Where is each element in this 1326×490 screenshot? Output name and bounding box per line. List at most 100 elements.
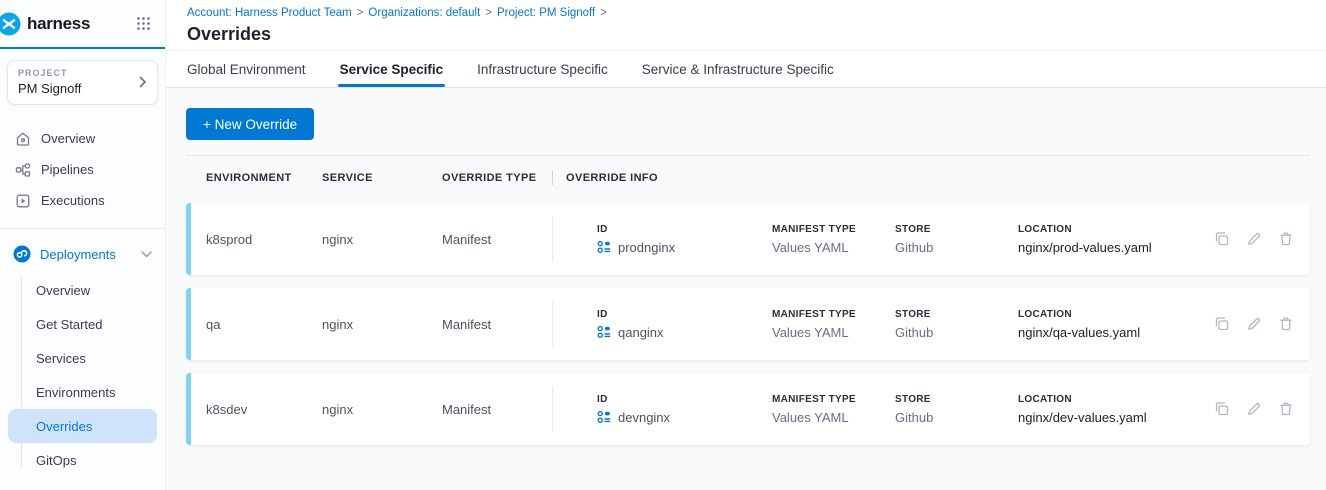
tab-label: Service & Infrastructure Specific [642,62,834,77]
cell-service: nginx [322,317,442,332]
submenu-item-services[interactable]: Services [8,341,157,375]
clone-button[interactable] [1214,401,1230,417]
submenu-item-label: Overrides [36,419,92,434]
sidebar-item-pipelines[interactable]: Pipelines [0,154,165,185]
breadcrumb-account[interactable]: Account: Harness Product Team [187,7,352,19]
store-value: Github [895,325,1018,340]
location-label: LOCATION [1018,394,1186,405]
submenu-item-overview[interactable]: Overview [8,273,157,307]
submenu-item-label: Environments [36,385,115,400]
cell-override-type: Manifest [442,402,552,417]
store-label: STORE [895,309,1018,320]
tab-label: Global Environment [187,62,306,77]
apps-grid-icon[interactable] [134,14,153,33]
id-value: prodnginx [618,240,675,255]
sidebar-item-deployments[interactable]: Deployments [0,237,165,271]
id-icon [597,325,611,339]
edit-button[interactable] [1246,231,1262,247]
content-area: + New Override ENVIRONMENT SERVICE OVERR… [166,88,1326,490]
override-row[interactable]: k8sprod nginx Manifest ID prodnginx [186,203,1310,275]
submenu-item-label: Overview [36,283,90,298]
cell-id: ID devnginx [553,394,772,425]
sidebar-item-overview[interactable]: Overview [0,123,165,154]
cell-service: nginx [322,232,442,247]
location-label: LOCATION [1018,309,1186,320]
cell-manifest-type: MANIFEST TYPE Values YAML [772,309,895,340]
breadcrumb-separator: > [600,7,607,19]
harness-logo-icon [0,11,22,37]
submenu-item-gitops[interactable]: GitOps [8,443,157,477]
manifest-type-value: Values YAML [772,325,895,340]
manifest-type-label: MANIFEST TYPE [772,394,895,405]
executions-icon [15,193,31,209]
new-override-button[interactable]: + New Override [186,108,314,140]
id-label: ID [597,309,772,320]
cell-override-type: Manifest [442,232,552,247]
page-header: Account: Harness Product Team > Organiza… [166,0,1326,51]
store-value: Github [895,410,1018,425]
project-selector[interactable]: PROJECT PM Signoff [7,60,158,105]
id-icon [597,410,611,424]
delete-button[interactable] [1278,231,1294,247]
deployments-submenu: Overview Get Started Services Environmen… [0,273,165,477]
breadcrumb-project[interactable]: Project: PM Signoff [497,7,595,19]
sidebar-divider [0,228,165,229]
cell-environment: k8sdev [206,402,322,417]
submenu-item-overrides[interactable]: Overrides [8,409,157,443]
location-value: nginx/dev-values.yaml [1018,410,1186,425]
cell-id: ID qanginx [553,309,772,340]
breadcrumb-organization[interactable]: Organizations: default [368,7,480,19]
cell-environment: qa [206,317,322,332]
tabbar: Global Environment Service Specific Infr… [166,51,1326,88]
submenu-item-label: GitOps [36,453,76,468]
clone-button[interactable] [1214,231,1230,247]
submenu-item-label: Services [36,351,86,366]
override-row[interactable]: k8sdev nginx Manifest ID devnginx [186,373,1310,445]
manifest-type-value: Values YAML [772,410,895,425]
cell-manifest-type: MANIFEST TYPE Values YAML [772,394,895,425]
tab-infrastructure-specific[interactable]: Infrastructure Specific [477,51,608,87]
cell-id: ID prodnginx [553,224,772,255]
column-header-override-type: OVERRIDE TYPE [442,172,552,184]
tab-service-and-infrastructure-specific[interactable]: Service & Infrastructure Specific [642,51,834,87]
submenu-item-get-started[interactable]: Get Started [8,307,157,341]
manifest-type-value: Values YAML [772,240,895,255]
cell-service: nginx [322,402,442,417]
pipelines-icon [15,162,31,178]
cell-store: STORE Github [895,394,1018,425]
submenu-item-environments[interactable]: Environments [8,375,157,409]
tab-label: Infrastructure Specific [477,62,608,77]
sidebar-item-label: Overview [41,131,95,146]
store-label: STORE [895,224,1018,235]
override-row[interactable]: qa nginx Manifest ID qanginx [186,288,1310,360]
clone-button[interactable] [1214,316,1230,332]
main-area: Account: Harness Product Team > Organiza… [166,0,1326,490]
delete-button[interactable] [1278,401,1294,417]
tab-service-specific[interactable]: Service Specific [340,51,444,87]
edit-button[interactable] [1246,316,1262,332]
cell-environment: k8sprod [206,232,322,247]
location-value: nginx/qa-values.yaml [1018,325,1186,340]
cell-location: LOCATION nginx/prod-values.yaml [1018,224,1186,255]
home-icon [15,131,31,147]
cell-store: STORE Github [895,224,1018,255]
manifest-type-label: MANIFEST TYPE [772,224,895,235]
store-label: STORE [895,394,1018,405]
cell-override-type: Manifest [442,317,552,332]
id-label: ID [597,224,772,235]
edit-button[interactable] [1246,401,1262,417]
cell-manifest-type: MANIFEST TYPE Values YAML [772,224,895,255]
table-header: ENVIRONMENT SERVICE OVERRIDE TYPE OVERRI… [186,166,1310,190]
breadcrumb-separator: > [357,7,364,19]
column-header-service: SERVICE [322,172,442,184]
sidebar-item-executions[interactable]: Executions [0,185,165,216]
sidebar: harness PROJECT PM Signoff Over [0,0,166,490]
row-actions [1214,316,1294,332]
delete-button[interactable] [1278,316,1294,332]
brand[interactable]: harness [0,0,165,49]
tab-global-environment[interactable]: Global Environment [187,51,306,87]
id-value: qanginx [618,325,664,340]
chevron-right-icon [139,76,147,88]
store-value: Github [895,240,1018,255]
column-header-override-info: OVERRIDE INFO [553,172,658,184]
